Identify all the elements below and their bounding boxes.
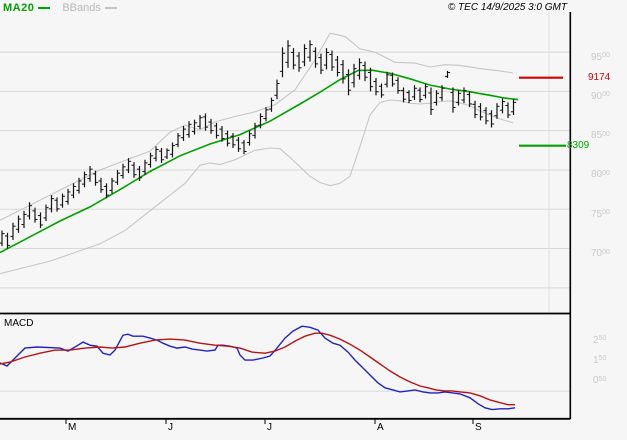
month-label: M [68, 422, 77, 433]
legend-ma20-label: MA20 [3, 2, 35, 14]
macd-tick-label: 250 [593, 334, 607, 346]
price-tick-label: 7000 [591, 248, 610, 260]
legend-bbands-swatch [104, 7, 117, 9]
month-label: J [267, 422, 272, 433]
macd-tick-label: 050 [593, 375, 607, 387]
price-tick-label: 8000 [591, 169, 610, 181]
legend-ma20-swatch [38, 7, 51, 9]
resistance-level-label: 9174 [588, 71, 611, 83]
support-level-label: 8309 [567, 139, 590, 151]
legend-bbands-label: BBands [62, 2, 101, 14]
price-tick-label: 9000 [591, 90, 610, 102]
price-tick-label: 8500 [591, 130, 610, 142]
macd-tick-label: 150 [593, 354, 607, 366]
price-tick-label: 7500 [591, 208, 610, 220]
month-label: A [377, 422, 384, 433]
price-tick-label: 9500 [591, 51, 610, 63]
month-label: J [168, 422, 173, 433]
stock-chart-window: MA20 BBands © TEC 14/9/2025 3:0 GMT 9500… [0, 0, 627, 440]
macd-panel-title: MACD [4, 318, 34, 329]
copyright-text: © TEC 14/9/2025 3:0 GMT [447, 2, 567, 13]
chart-legend: MA20 BBands [3, 2, 117, 14]
chart-canvas [0, 12, 572, 424]
month-label: S [475, 422, 482, 433]
